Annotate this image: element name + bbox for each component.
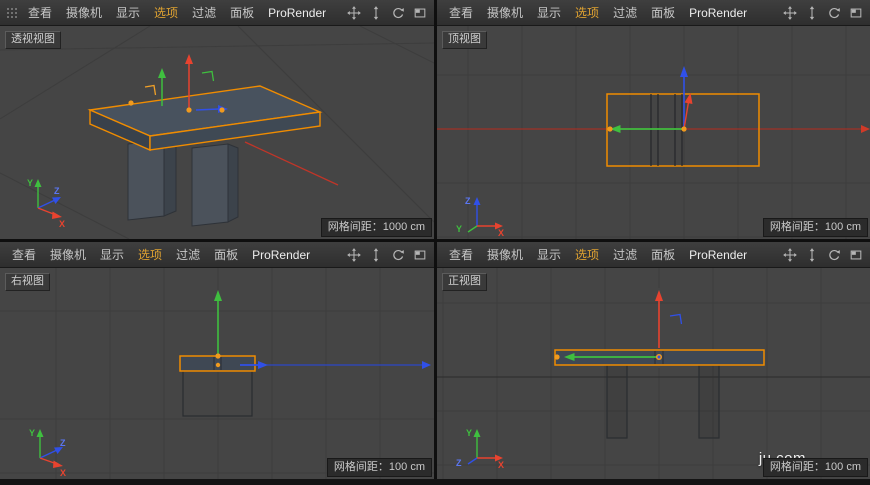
zoom-view-icon[interactable]	[803, 5, 821, 21]
axis-y-label: Y	[29, 428, 35, 438]
right-scene[interactable]: Y Z X	[0, 268, 434, 479]
axis-y-label: Y	[456, 224, 462, 234]
menu-item-filter[interactable]: 过滤	[185, 4, 223, 21]
front-scene[interactable]: Y X Z	[437, 268, 870, 479]
pan-view-icon[interactable]	[345, 5, 363, 21]
menu-item-panel[interactable]: 面板	[223, 4, 261, 21]
top-scene[interactable]: Z X Y	[437, 26, 870, 239]
axis-x-label: X	[498, 460, 504, 470]
menu-item-camera[interactable]: 摄像机	[43, 246, 93, 263]
menu-item-display[interactable]: 显示	[530, 246, 568, 263]
viewport-name: 顶视图	[442, 31, 487, 49]
rotate-view-icon[interactable]	[389, 247, 407, 263]
menu-item-filter[interactable]: 过滤	[606, 4, 644, 21]
axis-z-label: Z	[465, 196, 471, 206]
viewport-top: 查看 摄像机 显示 选项 过滤 面板 ProRender	[437, 0, 870, 239]
viewport-front: 查看 摄像机 显示 选项 过滤 面板 ProRender	[437, 242, 870, 479]
rotate-view-icon[interactable]	[389, 5, 407, 21]
toggle-viewport-icon[interactable]	[411, 247, 429, 263]
menu-item-panel[interactable]: 面板	[207, 246, 245, 263]
menu-item-prorender[interactable]: ProRender	[261, 6, 333, 20]
viewport-name: 透视视图	[5, 31, 61, 49]
grid-spacing-label: 网格间距：1000 cm	[321, 218, 432, 237]
viewport-perspective: 查看 摄像机 显示 选项 过滤 面板 ProRender	[0, 0, 434, 239]
menu-item-options[interactable]: 选项	[147, 4, 185, 21]
menu-item-display[interactable]: 显示	[530, 4, 568, 21]
axis-x-label: X	[498, 228, 504, 238]
menubar-front: 查看 摄像机 显示 选项 过滤 面板 ProRender	[437, 242, 870, 268]
menu-item-display[interactable]: 显示	[109, 4, 147, 21]
menu-item-panel[interactable]: 面板	[644, 246, 682, 263]
x-axis-arrowhead	[861, 125, 870, 133]
pan-view-icon[interactable]	[781, 247, 799, 263]
menu-item-camera[interactable]: 摄像机	[480, 4, 530, 21]
grid-spacing-label: 网格间距：100 cm	[763, 218, 868, 237]
menu-item-view[interactable]: 查看	[442, 4, 480, 21]
x-axis-line	[245, 142, 338, 185]
z-axis-arrowhead	[422, 361, 431, 369]
world-axis-gizmo: Y Z X	[29, 428, 66, 478]
pan-view-icon[interactable]	[781, 5, 799, 21]
menu-item-view[interactable]: 查看	[442, 246, 480, 263]
viewport-right: 查看 摄像机 显示 选项 过滤 面板 ProRender	[0, 242, 434, 479]
axis-x-label: X	[60, 468, 66, 478]
window-bottom-edge	[0, 479, 870, 485]
zoom-view-icon[interactable]	[803, 247, 821, 263]
table-leg-edges	[651, 94, 682, 166]
menu-item-prorender[interactable]: ProRender	[682, 248, 754, 262]
toggle-viewport-icon[interactable]	[411, 5, 429, 21]
viewport-grid: 查看 摄像机 显示 选项 过滤 面板 ProRender	[0, 0, 870, 479]
world-axis-gizmo: Z X Y	[456, 196, 504, 238]
menu-item-view[interactable]: 查看	[5, 246, 43, 263]
menubar-perspective: 查看 摄像机 显示 选项 过滤 面板 ProRender	[0, 0, 434, 26]
menu-item-panel[interactable]: 面板	[644, 4, 682, 21]
menu-item-prorender[interactable]: ProRender	[245, 248, 317, 262]
canvas-front[interactable]: Y X Z ju.com 正视图 网格间距：100 cm	[437, 268, 870, 479]
menu-item-prorender[interactable]: ProRender	[682, 6, 754, 20]
menu-item-options[interactable]: 选项	[568, 246, 606, 263]
grid-lines	[437, 26, 870, 239]
table-leg-right-outline	[699, 365, 719, 438]
menu-item-camera[interactable]: 摄像机	[59, 4, 109, 21]
zoom-view-icon[interactable]	[367, 5, 385, 21]
axis-y-label: Y	[27, 178, 33, 188]
menu-item-options[interactable]: 选项	[131, 246, 169, 263]
axis-x-label: X	[59, 219, 65, 229]
toggle-viewport-icon[interactable]	[847, 5, 865, 21]
axis-z-label: Z	[456, 458, 462, 468]
grip-icon[interactable]	[5, 7, 19, 19]
perspective-scene[interactable]: Y Z X	[0, 26, 434, 239]
axis-z-label: Z	[60, 438, 66, 448]
menubar-top: 查看 摄像机 显示 选项 过滤 面板 ProRender	[437, 0, 870, 26]
menu-item-view[interactable]: 查看	[21, 4, 59, 21]
menubar-right: 查看 摄像机 显示 选项 过滤 面板 ProRender	[0, 242, 434, 268]
canvas-right[interactable]: Y Z X 右视图 网格间距：100 cm	[0, 268, 434, 479]
table-leg-left-outline	[607, 365, 627, 438]
grid-lines	[437, 268, 870, 479]
toggle-viewport-icon[interactable]	[847, 247, 865, 263]
menu-item-display[interactable]: 显示	[93, 246, 131, 263]
menu-item-filter[interactable]: 过滤	[606, 246, 644, 263]
menu-item-options[interactable]: 选项	[568, 4, 606, 21]
viewport-name: 右视图	[5, 273, 50, 291]
rotate-view-icon[interactable]	[825, 247, 843, 263]
axis-z-label: Z	[54, 186, 60, 196]
pan-view-icon[interactable]	[345, 247, 363, 263]
rotate-view-icon[interactable]	[825, 5, 843, 21]
grid-spacing-label: 网格间距：100 cm	[763, 458, 868, 477]
grid-spacing-label: 网格间距：100 cm	[327, 458, 432, 477]
canvas-top[interactable]: Z X Y 顶视图 网格间距：100 cm	[437, 26, 870, 239]
object-axis-gizmo[interactable]	[607, 66, 692, 133]
axis-y-label: Y	[466, 428, 472, 438]
zoom-view-icon[interactable]	[367, 247, 385, 263]
canvas-perspective[interactable]: Y Z X 透视视图 网格间距：1000 cm	[0, 26, 434, 239]
menu-item-filter[interactable]: 过滤	[169, 246, 207, 263]
table-model[interactable]	[90, 86, 320, 226]
c4d-viewport-window: 查看 摄像机 显示 选项 过滤 面板 ProRender	[0, 0, 870, 485]
menu-item-camera[interactable]: 摄像机	[480, 246, 530, 263]
viewport-name: 正视图	[442, 273, 487, 291]
